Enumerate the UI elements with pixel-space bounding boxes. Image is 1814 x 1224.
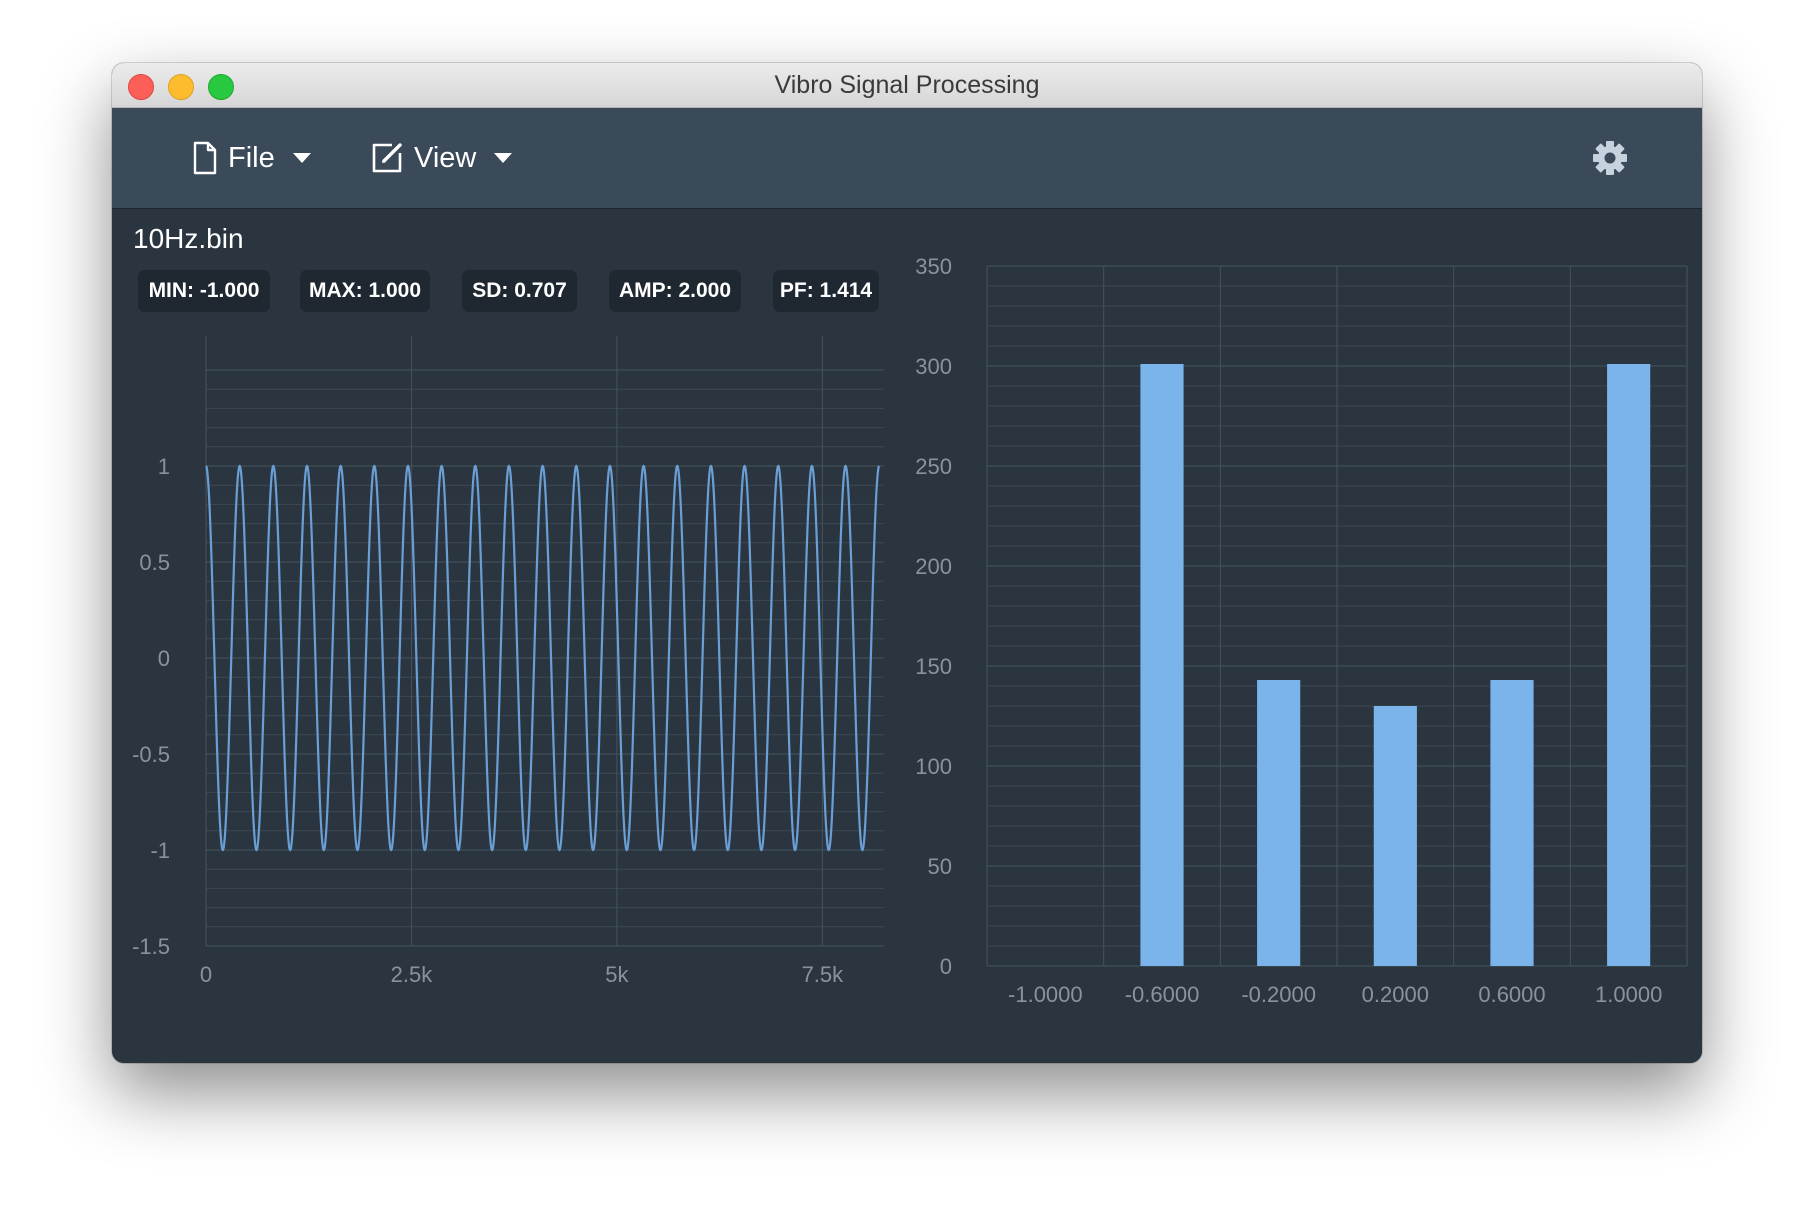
y-tick-label: -0.5 [132, 742, 170, 767]
amplitude-histogram-chart[interactable]: 350 300 250 200 150 100 50 0 -1.0000 -0.6000 -0.20… [902, 209, 1702, 1063]
title-bar[interactable]: Vibro Signal Processing [112, 63, 1702, 108]
caret-down-icon [292, 153, 311, 163]
x-tick-label: 0 [200, 962, 212, 987]
x-tick-label: -1.0000 [1008, 982, 1083, 1007]
y-tick-label: 0 [940, 954, 952, 979]
y-tick-label: 250 [915, 454, 952, 479]
signal-line-chart[interactable]: 1 0.5 0 -0.5 -1 -1.5 0 2.5k 5k 7.5k [112, 209, 902, 1063]
y-tick-label: 1 [158, 454, 170, 479]
histogram-bar [1373, 706, 1417, 966]
y-tick-label: 150 [915, 654, 952, 679]
y-tick-label: -1.5 [132, 934, 170, 959]
x-tick-label: 0.6000 [1478, 982, 1545, 1007]
x-tick-label: 0.2000 [1362, 982, 1429, 1007]
y-tick-label: 300 [915, 354, 952, 379]
histogram-bar [1607, 364, 1651, 966]
view-menu-button[interactable]: View [370, 134, 513, 182]
view-menu-label: View [414, 141, 477, 174]
x-tick-label: 1.0000 [1595, 982, 1662, 1007]
y-tick-label: 350 [915, 254, 952, 279]
toolbar: File View [112, 108, 1702, 209]
app-window: Vibro Signal Processing File View 10Hz.b… [112, 63, 1702, 1063]
histogram-bar [1490, 680, 1534, 966]
gear-icon[interactable] [1590, 138, 1630, 178]
edit-icon [372, 143, 402, 173]
y-tick-label: 100 [915, 754, 952, 779]
histogram-bar [1257, 680, 1301, 966]
x-tick-label: 2.5k [391, 962, 434, 987]
file-icon [193, 141, 217, 175]
main-content: 10Hz.bin MIN: -1.000 MAX: 1.000 SD: 0.70… [112, 209, 1702, 1063]
x-tick-label: -0.2000 [1241, 982, 1316, 1007]
x-tick-label: -0.6000 [1125, 982, 1200, 1007]
y-tick-label: 0.5 [139, 550, 170, 575]
y-tick-label: 50 [928, 854, 952, 879]
y-tick-label: 200 [915, 554, 952, 579]
x-tick-label: 7.5k [802, 962, 845, 987]
window-title: Vibro Signal Processing [774, 71, 1040, 99]
y-tick-label: 0 [158, 646, 170, 671]
file-menu-button[interactable]: File [192, 134, 311, 182]
histogram-bar [1140, 364, 1184, 966]
file-menu-label: File [228, 141, 275, 174]
x-tick-label: 5k [605, 962, 629, 987]
y-tick-label: -1 [150, 838, 170, 863]
caret-down-icon [494, 153, 513, 163]
